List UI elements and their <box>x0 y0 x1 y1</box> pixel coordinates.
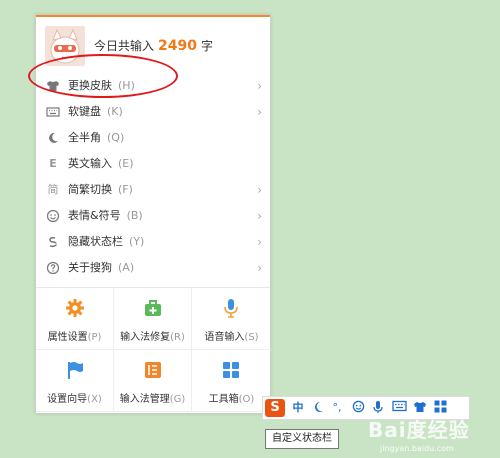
flag-icon <box>65 360 85 380</box>
menu-item-emoji-symbols[interactable]: 表情&符号 (B) › <box>36 203 270 229</box>
menu-item-shortcut: (K) <box>107 105 123 118</box>
menu-item-label: 表情&符号 <box>68 209 121 222</box>
microphone-icon <box>221 298 241 318</box>
tool-voice-input-button[interactable]: 语音输入(S) <box>192 288 271 350</box>
smiley-icon[interactable] <box>351 400 365 416</box>
gear-icon <box>65 298 85 318</box>
menu-item-about-sogou[interactable]: 关于搜狗 (A) › <box>36 255 270 281</box>
tool-shortcut: (G) <box>169 394 186 405</box>
menu-item-shortcut: (Y) <box>129 235 145 248</box>
daily-input-label: 今日共输入 <box>94 39 155 53</box>
customize-statusbar-tooltip: 自定义状态栏 <box>265 429 339 449</box>
chevron-right-icon: › <box>257 235 262 249</box>
menu-item-label: 关于搜狗 <box>68 261 112 274</box>
menu-item-shortcut: (B) <box>126 209 143 222</box>
tool-setup-wizard-button[interactable]: 设置向导(X) <box>36 350 114 412</box>
tool-repair-button[interactable]: 输入法修复(R) <box>114 288 192 350</box>
tool-toolbox-button[interactable]: 工具箱(O) <box>192 350 271 412</box>
daily-input-count: 今日共输入 2490 字 <box>94 37 213 54</box>
tool-label: 输入法管理 <box>119 394 170 405</box>
chinese-mode-icon[interactable]: 中 <box>291 400 305 416</box>
tool-label: 语音输入 <box>204 332 245 343</box>
tool-label: 输入法修复 <box>120 332 171 343</box>
highlight-annotation-circle <box>28 54 178 98</box>
english-icon: E <box>49 157 57 170</box>
menu-item-label: 全半角 <box>68 131 101 144</box>
menu-item-label: 英文输入 <box>68 157 112 170</box>
menu-items: 更换皮肤 (H) › 软键盘 (K) › 全半角 (Q) E 英文输入 (E) 简 简繁… <box>36 73 270 281</box>
menu-item-label: 简繁切换 <box>68 183 112 196</box>
menu-item-shortcut: (F) <box>118 183 133 196</box>
menu-item-label: 隐藏状态栏 <box>68 235 123 248</box>
tool-shortcut: (S) <box>244 332 259 343</box>
tool-ime-manager-button[interactable]: 输入法管理(G) <box>114 350 192 412</box>
toolbox-icon <box>221 360 241 380</box>
simplified-traditional-icon: 简 <box>47 183 59 196</box>
moon-icon[interactable] <box>311 400 325 416</box>
manage-icon <box>143 360 163 380</box>
menu-item-shortcut: (A) <box>118 261 135 274</box>
tool-label: 属性设置 <box>47 332 88 343</box>
menu-item-shortcut: (E) <box>118 157 134 170</box>
menu-item-english-input[interactable]: E 英文输入 (E) <box>36 151 270 177</box>
chevron-right-icon: › <box>257 79 262 93</box>
menu-item-full-half-width[interactable]: 全半角 (Q) <box>36 125 270 151</box>
repair-kit-icon <box>143 298 163 318</box>
daily-input-number: 2490 <box>158 38 197 54</box>
tool-shortcut: (P) <box>87 332 102 343</box>
hide-statusbar-icon <box>46 235 60 249</box>
menu-item-hide-statusbar[interactable]: 隐藏状态栏 (Y) › <box>36 229 270 255</box>
help-icon <box>46 261 60 275</box>
daily-input-unit: 字 <box>200 39 213 53</box>
moon-icon <box>46 131 60 145</box>
chevron-right-icon: › <box>257 261 262 275</box>
menu-item-shortcut: (Q) <box>107 131 125 144</box>
tool-label: 工具箱 <box>208 394 239 405</box>
menu-item-soft-keyboard[interactable]: 软键盘 (K) › <box>36 99 270 125</box>
chevron-right-icon: › <box>257 209 262 223</box>
tool-shortcut: (R) <box>170 332 185 343</box>
menu-item-simplified-traditional[interactable]: 简 简繁切换 (F) › <box>36 177 270 203</box>
tool-label: 设置向导 <box>47 394 88 405</box>
tool-shortcut: (O) <box>238 394 255 405</box>
sogou-logo-icon[interactable]: S <box>265 399 285 417</box>
chevron-right-icon: › <box>257 183 262 197</box>
baidu-jingyan-watermark: Bai度经验 <box>368 418 470 442</box>
menu-item-label: 软键盘 <box>68 105 101 118</box>
punctuation-icon[interactable]: °, <box>329 400 345 416</box>
tool-shortcut: (X) <box>87 394 102 405</box>
chevron-right-icon: › <box>257 105 262 119</box>
keyboard-icon <box>46 105 60 119</box>
tools-grid: 属性设置(P) 输入法修复(R) 语音输入(S) 设置向导(X) 输入法管理(G… <box>36 288 271 413</box>
watermark-url: jingyan.baidu.com <box>380 444 454 453</box>
smiley-icon <box>46 209 60 223</box>
tool-settings-button[interactable]: 属性设置(P) <box>36 288 114 350</box>
